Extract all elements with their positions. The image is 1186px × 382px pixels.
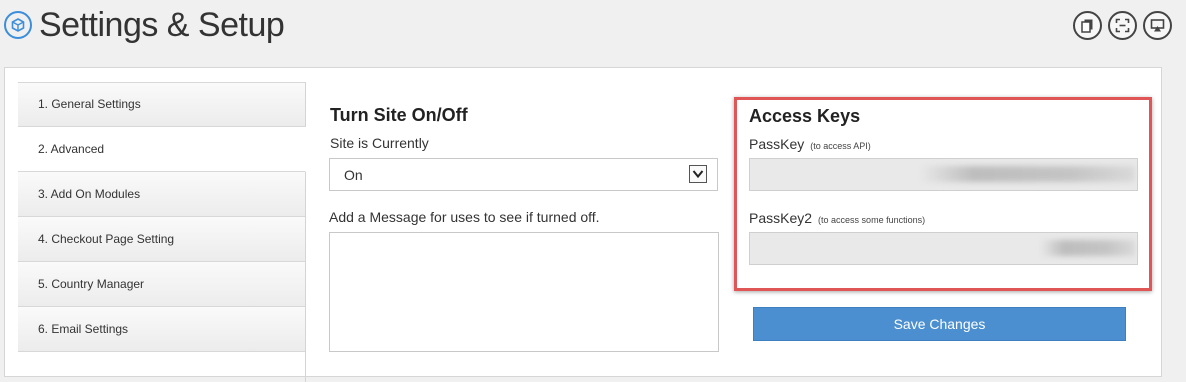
sidebar-item-checkout-page-setting[interactable]: 4. Checkout Page Setting — [18, 217, 305, 262]
save-changes-button[interactable]: Save Changes — [753, 307, 1126, 341]
site-toggle-title: Turn Site On/Off — [330, 105, 468, 125]
sidebar-item-add-on-modules[interactable]: 3. Add On Modules — [18, 172, 305, 217]
passkey2-label-text: PassKey2 — [749, 210, 813, 226]
fullscreen-icon[interactable] — [1108, 11, 1137, 40]
passkey-label-text: PassKey — [749, 136, 805, 152]
sidebar-item-country-manager[interactable]: 5. Country Manager — [18, 262, 305, 307]
passkey2-field[interactable] — [749, 232, 1138, 265]
passkey-label: PassKey (to access API) — [749, 136, 871, 152]
redacted-value — [1040, 240, 1135, 256]
sidebar-item-email-settings[interactable]: 6. Email Settings — [18, 307, 305, 352]
offline-message-textarea[interactable] — [329, 232, 719, 352]
chevron-down-icon[interactable] — [689, 165, 707, 183]
cube-icon — [4, 11, 32, 39]
message-label: Add a Message for uses to see if turned … — [329, 209, 600, 225]
passkey2-label: PassKey2 (to access some functions) — [749, 210, 925, 226]
settings-sidebar: 1. General Settings 2. Advanced 3. Add O… — [18, 82, 306, 382]
site-status-label: Site is Currently — [330, 135, 429, 151]
passkey2-hint: (to access some functions) — [818, 215, 926, 225]
passkey-field[interactable] — [749, 158, 1138, 191]
copy-icon[interactable] — [1073, 11, 1102, 40]
redacted-value — [920, 166, 1135, 182]
sidebar-item-advanced[interactable]: 2. Advanced — [18, 127, 306, 172]
screen-share-icon[interactable] — [1143, 11, 1172, 40]
passkey-hint: (to access API) — [810, 141, 871, 151]
page-header: Settings & Setup — [0, 0, 1186, 62]
site-status-value: On — [344, 167, 363, 183]
access-keys-title: Access Keys — [749, 106, 861, 126]
page-title: Settings & Setup — [39, 6, 285, 44]
site-status-select[interactable]: On — [329, 158, 718, 191]
sidebar-item-general-settings[interactable]: 1. General Settings — [18, 82, 305, 127]
